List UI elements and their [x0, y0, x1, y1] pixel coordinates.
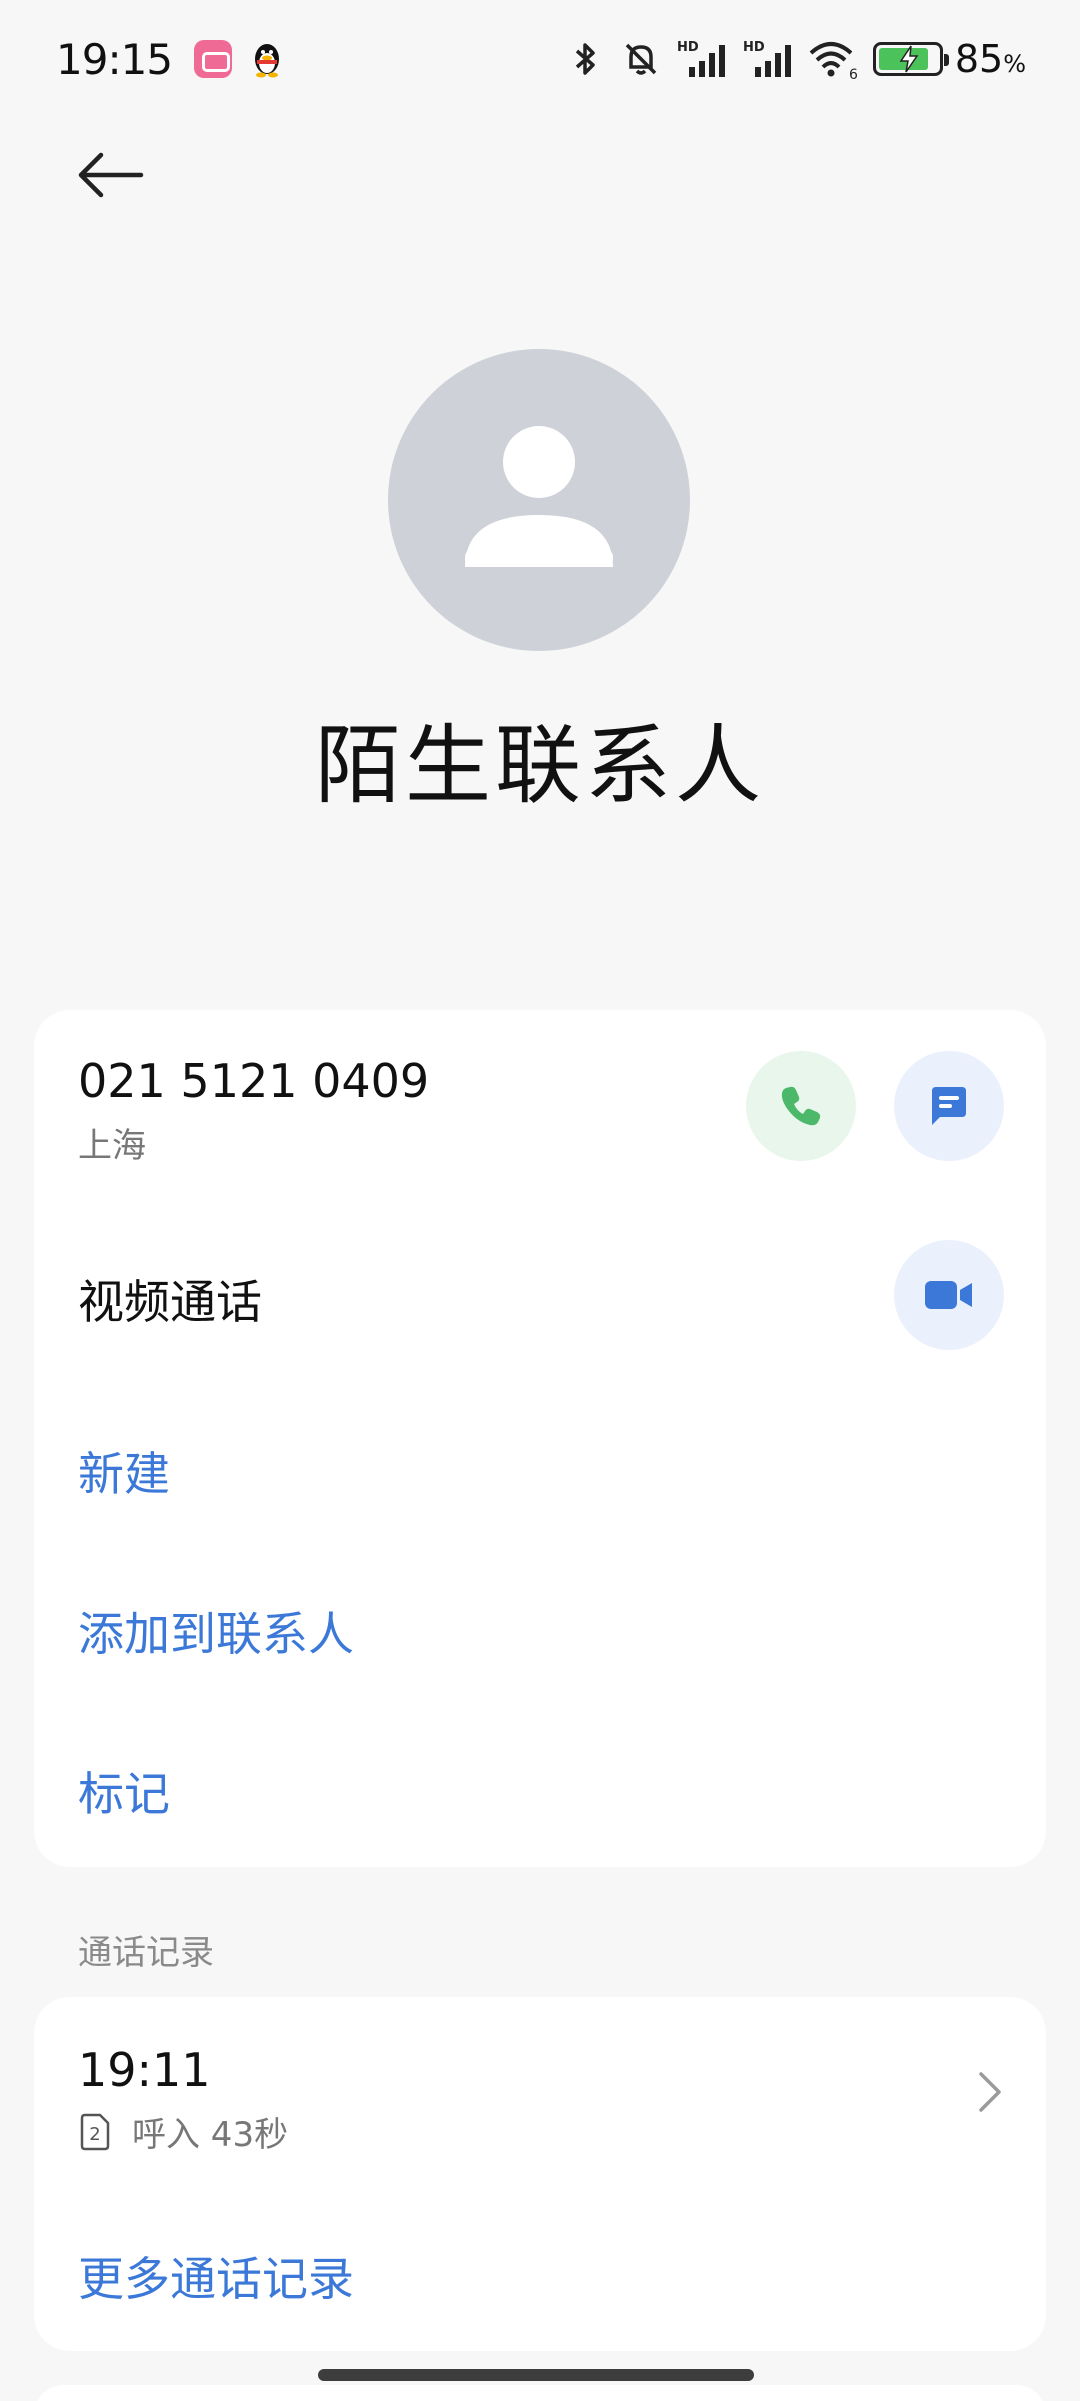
video-call-label[interactable]: 视频通话: [78, 1266, 262, 1332]
avatar: [388, 349, 690, 651]
message-button[interactable]: [894, 1051, 1004, 1161]
home-indicator[interactable]: [318, 2369, 754, 2381]
phone-location: 上海: [78, 1126, 146, 1166]
battery-charging-icon: [872, 42, 949, 76]
back-arrow-icon: [78, 152, 144, 198]
battery-level: 85%: [955, 37, 1026, 81]
hd-signal-icon: HD: [743, 40, 791, 77]
next-card-peek: [34, 2385, 1046, 2401]
call-log-entry[interactable]: 19:11 2 呼入 43秒: [34, 1997, 1046, 2157]
charging-bolt-icon: [899, 45, 919, 73]
back-button[interactable]: [60, 130, 160, 220]
more-call-log-link[interactable]: 更多通话记录: [78, 2243, 354, 2309]
person-icon: [465, 426, 613, 567]
battery-level-value: 85: [954, 37, 1004, 81]
call-button[interactable]: [746, 1051, 856, 1161]
add-to-contacts-link[interactable]: 添加到联系人: [78, 1598, 354, 1664]
new-contact-link[interactable]: 新建: [78, 1438, 170, 1504]
battery-level-unit: %: [1003, 50, 1026, 78]
call-detail: 2 呼入 43秒: [78, 2107, 288, 2156]
hd-badge: HD: [677, 40, 699, 55]
mark-number-link[interactable]: 标记: [78, 1758, 170, 1824]
phone-number: 021 5121 0409: [78, 1054, 430, 1108]
chevron-right-icon: [979, 2072, 1001, 2112]
call-log-card: 19:11 2 呼入 43秒 更多通话记录: [34, 1997, 1046, 2351]
bilibili-icon: [194, 40, 233, 78]
mute-icon: [625, 43, 657, 75]
hd-badge: HD: [743, 40, 765, 55]
video-camera-icon: [925, 1281, 972, 1309]
phone-icon: [781, 1086, 821, 1126]
video-call-button[interactable]: [894, 1240, 1004, 1350]
bluetooth-icon: [575, 43, 595, 75]
call-log-title: 通话记录: [78, 1933, 214, 1973]
status-time: 19:15: [56, 34, 173, 84]
sim-card-icon: 2: [80, 2113, 110, 2150]
wifi-icon: 6: [809, 42, 858, 81]
contact-detail-page: 19:15 HD HD 6 85% 陌生联系人 021 5121 0409 上海…: [0, 0, 1080, 2401]
contact-name: 陌生联系人: [315, 716, 765, 816]
wifi-badge: 6: [849, 67, 858, 81]
sim-number: 2: [89, 2124, 100, 2145]
call-time: 19:11: [78, 2043, 211, 2097]
status-bar: 19:15 HD HD 6 85%: [0, 0, 1080, 118]
notification-icons: [194, 39, 284, 79]
contact-actions-card: 021 5121 0409 上海 视频通话 新建 添加到联系人 标记: [34, 1010, 1046, 1867]
qq-icon: [255, 44, 280, 78]
call-description: 呼入 43秒: [132, 2115, 289, 2155]
message-icon: [932, 1087, 966, 1125]
hd-signal-icon: HD: [677, 40, 725, 77]
system-icons: HD HD 6 85%: [563, 37, 1026, 81]
